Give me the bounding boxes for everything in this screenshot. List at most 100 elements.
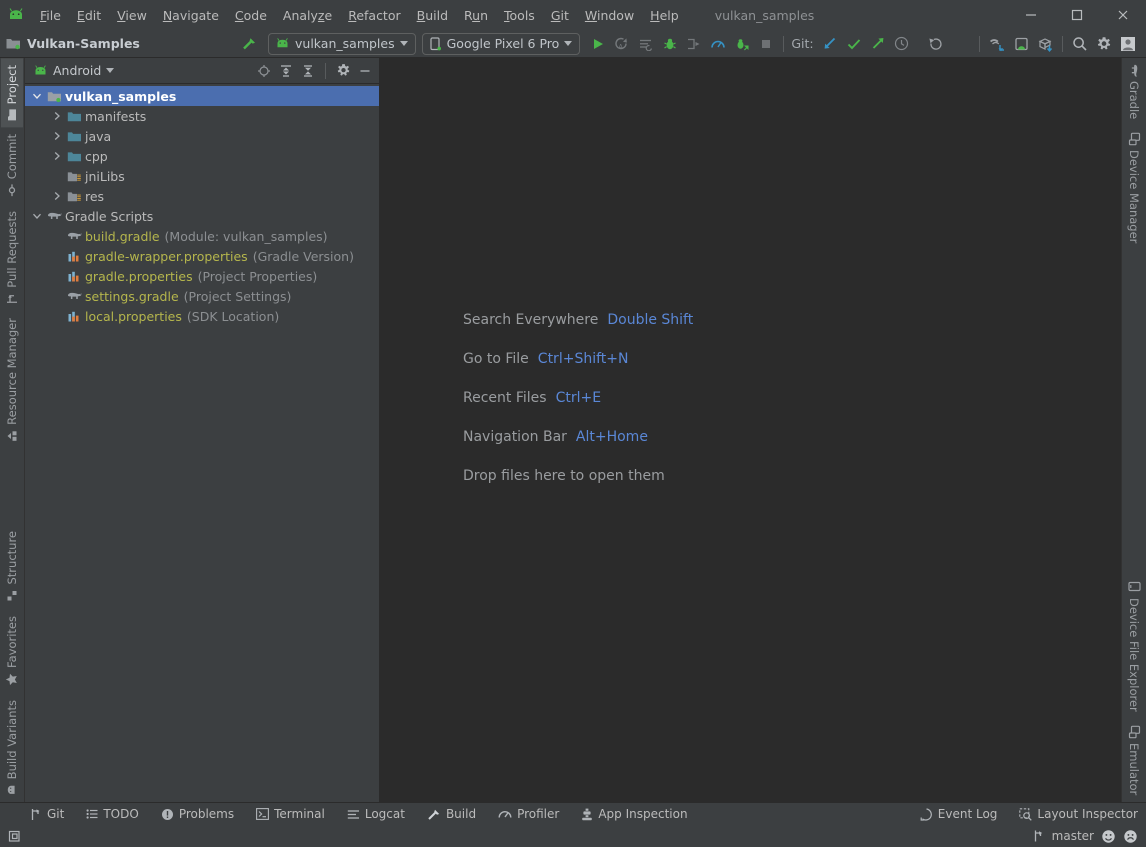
- bottom-item-profiler[interactable]: Profiler: [498, 807, 559, 821]
- settings-button[interactable]: [1092, 32, 1116, 56]
- account-button[interactable]: [1116, 32, 1140, 56]
- smiley-sad-icon[interactable]: [1123, 829, 1138, 844]
- push-button[interactable]: [866, 32, 890, 56]
- sidebar-item-device-file-explorer[interactable]: Device File Explorer: [1123, 573, 1145, 719]
- run-with-coverage-button[interactable]: [730, 32, 754, 56]
- sidebar-item-project[interactable]: Project: [1, 58, 23, 127]
- update-project-button[interactable]: [818, 32, 842, 56]
- sidebar-item-emulator[interactable]: Emulator: [1123, 719, 1145, 802]
- menu-edit[interactable]: Edit: [69, 5, 109, 26]
- make-project-icon[interactable]: [241, 36, 258, 51]
- sidebar-item-gradle[interactable]: Gradle: [1123, 58, 1146, 126]
- status-bar-right-group: master: [1033, 829, 1138, 844]
- tree-row-build-gradle[interactable]: build.gradle (Module: vulkan_samples): [25, 226, 379, 246]
- chevron-right-icon[interactable]: [49, 151, 65, 161]
- close-button[interactable]: [1100, 0, 1146, 30]
- bottom-item-logcat[interactable]: Logcat: [347, 807, 405, 821]
- bottom-item-problems[interactable]: Problems: [161, 807, 234, 821]
- sdk-manager-button[interactable]: [985, 32, 1009, 56]
- expand-all-button[interactable]: [276, 61, 296, 81]
- menu-help[interactable]: Help: [642, 5, 687, 26]
- menu-analyze[interactable]: Analyze: [275, 5, 340, 26]
- run-button[interactable]: [586, 32, 610, 56]
- select-opened-file-button[interactable]: [254, 61, 274, 81]
- menu-view[interactable]: View: [109, 5, 155, 26]
- breadcrumb[interactable]: Vulkan-Samples: [6, 36, 268, 51]
- history-button[interactable]: [890, 32, 914, 56]
- tree-row-gradle-scripts[interactable]: Gradle Scripts: [25, 206, 379, 226]
- menu-refactor[interactable]: Refactor: [340, 5, 408, 26]
- bottom-item-label: Problems: [179, 807, 234, 821]
- sidebar-item-resource-manager[interactable]: Resource Manager: [1, 311, 23, 449]
- gear-button[interactable]: [333, 61, 353, 81]
- bottom-item-git[interactable]: Git: [30, 807, 64, 821]
- toolbar-separator: [1062, 36, 1063, 52]
- apply-code-changes-button[interactable]: [634, 32, 658, 56]
- commit-icon: [6, 185, 18, 197]
- bottom-item-layout-inspector[interactable]: Layout Inspector: [1019, 807, 1138, 821]
- chevron-down-icon[interactable]: [29, 91, 45, 101]
- sidebar-item-device-manager[interactable]: Device Manager: [1123, 126, 1145, 250]
- device-selector[interactable]: Google Pixel 6 Pro: [422, 33, 581, 55]
- chevron-right-icon[interactable]: [49, 191, 65, 201]
- status-branch-label[interactable]: master: [1052, 829, 1094, 843]
- menu-navigate[interactable]: Navigate: [155, 5, 227, 26]
- toggle-toolwindows-button[interactable]: [6, 826, 26, 846]
- stop-button[interactable]: [754, 32, 778, 56]
- chevron-right-icon[interactable]: [49, 131, 65, 141]
- sidebar-item-build-variants[interactable]: Build Variants: [1, 693, 23, 802]
- menu-tools[interactable]: Tools: [496, 5, 543, 26]
- tree-row-jnilibs[interactable]: jniLibs: [25, 166, 379, 186]
- sidebar-item-pull-requests[interactable]: Pull Requests: [1, 204, 23, 312]
- smiley-happy-icon[interactable]: [1101, 829, 1116, 844]
- avd-manager-button[interactable]: [1009, 32, 1033, 56]
- bottom-item-terminal[interactable]: Terminal: [256, 807, 325, 821]
- editor-hints: Search Everywhere Double Shift Go to Fil…: [463, 300, 693, 495]
- chevron-right-icon[interactable]: [49, 111, 65, 121]
- debug-button[interactable]: [658, 32, 682, 56]
- tree-row-vulkan-samples[interactable]: vulkan_samples: [25, 86, 379, 106]
- minimize-button[interactable]: [1008, 0, 1054, 30]
- bottom-item-build[interactable]: Build: [427, 807, 476, 821]
- properties-icon: [65, 270, 83, 283]
- project-tree[interactable]: vulkan_samples manifests: [25, 84, 379, 802]
- search-button[interactable]: [1068, 32, 1092, 56]
- bottom-item-app-inspection[interactable]: App Inspection: [581, 807, 687, 821]
- tree-row-local-properties[interactable]: local.properties (SDK Location): [25, 306, 379, 326]
- sidebar-item-label: Structure: [5, 531, 19, 585]
- sidebar-item-commit[interactable]: Commit: [1, 127, 23, 203]
- commit-button[interactable]: [842, 32, 866, 56]
- menu-git[interactable]: Git: [543, 5, 577, 26]
- rollback-button[interactable]: [924, 32, 948, 56]
- menu-file[interactable]: File: [32, 5, 69, 26]
- collapse-all-button[interactable]: [298, 61, 318, 81]
- profile-button[interactable]: [706, 32, 730, 56]
- menu-build[interactable]: Build: [409, 5, 456, 26]
- bottom-item-event-log[interactable]: Event Log: [920, 807, 998, 821]
- tree-row-settings-gradle[interactable]: settings.gradle (Project Settings): [25, 286, 379, 306]
- tree-row-manifests[interactable]: manifests: [25, 106, 379, 126]
- hide-tool-window-button[interactable]: [355, 61, 375, 81]
- editor-empty-area[interactable]: Search Everywhere Double Shift Go to Fil…: [380, 58, 1121, 802]
- run-configuration-selector[interactable]: vulkan_samples: [268, 33, 416, 55]
- attach-debugger-button[interactable]: [682, 32, 706, 56]
- menu-run[interactable]: Run: [456, 5, 496, 26]
- main-toolbar: Vulkan-Samples vulkan_samples: [0, 30, 1146, 58]
- maximize-button[interactable]: [1054, 0, 1100, 30]
- apply-changes-button[interactable]: A: [610, 32, 634, 56]
- tree-row-gradle-wrapper-properties[interactable]: gradle-wrapper.properties (Gradle Versio…: [25, 246, 379, 266]
- menu-code[interactable]: Code: [227, 5, 275, 26]
- profiler-icon: [498, 808, 512, 820]
- device-manager-button[interactable]: [1033, 32, 1057, 56]
- tree-row-res[interactable]: res: [25, 186, 379, 206]
- sidebar-item-structure[interactable]: Structure: [1, 524, 23, 609]
- menu-window[interactable]: Window: [577, 5, 642, 26]
- tree-row-gradle-properties[interactable]: gradle.properties (Project Properties): [25, 266, 379, 286]
- tree-row-cpp[interactable]: cpp: [25, 146, 379, 166]
- sidebar-item-favorites[interactable]: Favorites: [1, 609, 23, 693]
- bottom-item-todo[interactable]: TODO: [86, 807, 138, 821]
- project-view-selector[interactable]: Android: [33, 63, 114, 78]
- phone-icon: [429, 37, 442, 51]
- tree-row-java[interactable]: java: [25, 126, 379, 146]
- chevron-down-icon[interactable]: [29, 211, 45, 221]
